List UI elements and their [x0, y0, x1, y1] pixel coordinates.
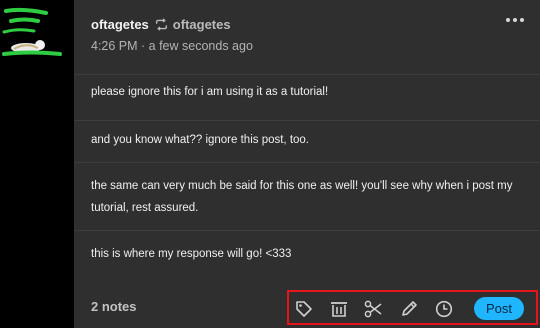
reblog-entry-3: the same can very much be said for this …: [74, 162, 540, 231]
post-card: oftagetes oftagetes 4:26 PM · a few seco…: [74, 0, 540, 328]
author-link[interactable]: oftagetes: [91, 17, 149, 32]
reblog-source-link[interactable]: oftagetes: [173, 17, 231, 32]
reblog-entry-2: and you know what?? ignore this post, to…: [74, 120, 540, 163]
post-footer: 2 notes Post: [74, 290, 540, 328]
reblog-entry-1: please ignore this for i am using it as …: [74, 74, 540, 121]
name-row: oftagetes oftagetes: [91, 15, 540, 33]
pencil-icon[interactable]: [400, 300, 418, 318]
more-options-icon[interactable]: [506, 18, 524, 22]
notes-count[interactable]: 2 notes: [91, 299, 137, 314]
entry-text: this is where my response will go! <333: [91, 248, 292, 260]
scissors-icon[interactable]: [364, 300, 382, 318]
trash-icon[interactable]: [330, 300, 348, 318]
entry-text: and you know what?? ignore this post, to…: [91, 134, 310, 146]
post-action-toolbar: Post: [287, 290, 538, 325]
post-timestamp[interactable]: 4:26 PM · a few seconds ago: [91, 39, 540, 53]
entry-text: the same can very much be said for this …: [91, 180, 513, 214]
clock-icon[interactable]: [435, 300, 453, 318]
reblog-entry-4: this is where my response will go! <333: [74, 230, 540, 283]
entry-text: please ignore this for i am using it as …: [91, 86, 329, 98]
post-button[interactable]: Post: [474, 297, 524, 320]
left-gutter: [0, 0, 74, 328]
tag-icon[interactable]: [295, 300, 313, 318]
reblog-icon: [155, 17, 168, 31]
avatar-icon[interactable]: [0, 2, 74, 62]
post-header: oftagetes oftagetes 4:26 PM · a few seco…: [91, 15, 540, 61]
